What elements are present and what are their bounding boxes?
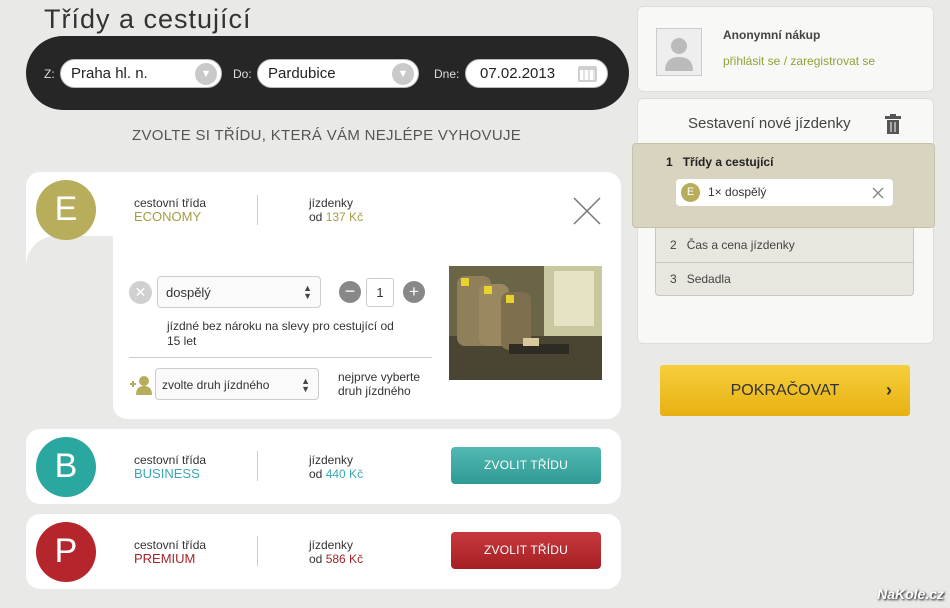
continue-label: POKRAČOVAT xyxy=(730,382,840,399)
divider xyxy=(257,451,258,481)
class-label: cestovní třída ECONOMY xyxy=(134,196,207,224)
price-premium: 586 Kč xyxy=(325,552,364,566)
ticket-title: Sestavení nové jízdenky xyxy=(688,115,851,132)
choose-business-button[interactable]: ZVOLIT TŘÍDU xyxy=(451,447,601,484)
step-item-3[interactable]: 3 Sedadla xyxy=(670,272,731,286)
choose-premium-button[interactable]: ZVOLIT TŘÍDU xyxy=(451,532,601,569)
select-arrows-icon: ▲ ▼ xyxy=(303,283,312,301)
calendar-icon[interactable] xyxy=(578,66,597,82)
class-badge-business: B xyxy=(36,437,96,497)
date-label: Dne: xyxy=(434,67,460,81)
page-title: Třídy a cestující xyxy=(44,4,252,34)
chip-text: 1× dospělý xyxy=(708,185,767,199)
user-title: Anonymní nákup xyxy=(723,28,821,42)
quantity-input[interactable]: 1 xyxy=(366,278,394,307)
passenger-chip: E 1× dospělý xyxy=(676,179,893,206)
date-input[interactable]: 07.02.2013 xyxy=(465,59,608,88)
chip-class-badge: E xyxy=(681,183,700,202)
class-name-economy: ECONOMY xyxy=(134,209,202,224)
class-badge-economy: E xyxy=(36,180,96,240)
step-item-1: 1 Třídy a cestující xyxy=(666,155,774,169)
class-name-premium: PREMIUM xyxy=(134,551,196,566)
class-label: cestovní třída BUSINESS xyxy=(134,453,207,481)
class-name-business: BUSINESS xyxy=(134,466,200,481)
to-select[interactable]: Pardubice ▼ xyxy=(257,59,419,88)
from-select[interactable]: Praha hl. n. ▼ xyxy=(60,59,222,88)
add-person-icon[interactable] xyxy=(129,374,153,396)
decrement-button[interactable]: − xyxy=(339,281,361,303)
user-icon xyxy=(665,38,693,71)
from-value: Praha hl. n. xyxy=(71,65,148,82)
fare-type-select[interactable]: zvolte druh jízdného ▲ ▼ xyxy=(155,368,319,400)
close-icon[interactable] xyxy=(872,187,884,199)
divider xyxy=(129,357,432,358)
chevron-down-icon: ▼ xyxy=(195,63,217,85)
search-bar: Z: Praha hl. n. ▼ Do: Pardubice ▼ Dne: 0… xyxy=(26,36,629,110)
continue-button[interactable]: POKRAČOVAT › xyxy=(660,365,910,416)
avatar xyxy=(656,28,702,76)
trash-icon[interactable] xyxy=(884,114,902,135)
increment-button[interactable]: + xyxy=(403,281,425,303)
price-economy: 137 Kč xyxy=(325,210,364,224)
fare-hint: nejprve vyberte druh jízdného xyxy=(338,370,421,398)
from-label: Z: xyxy=(44,67,55,81)
passenger-type-select[interactable]: dospělý ▲ ▼ xyxy=(157,276,321,308)
class-label: cestovní třída PREMIUM xyxy=(134,538,207,566)
chevron-down-icon: ▼ xyxy=(392,63,414,85)
price-block-premium: jízdenky od 586 Kč xyxy=(309,538,364,566)
close-icon[interactable] xyxy=(572,196,602,226)
date-value: 07.02.2013 xyxy=(480,65,556,82)
price-block-business: jízdenky od 440 Kč xyxy=(309,453,364,481)
remove-passenger-icon[interactable]: ✕ xyxy=(129,281,152,304)
page-subtitle: ZVOLTE SI TŘÍDU, KTERÁ VÁM NEJLÉPE VYHOV… xyxy=(132,127,522,144)
divider xyxy=(257,195,258,225)
divider xyxy=(655,262,914,263)
passenger-description: jízdné bez nároku na slevy pro cestující… xyxy=(167,319,394,348)
fare-type-value: zvolte druh jízdného xyxy=(162,378,270,392)
auth-links: přihlásit se / zaregistrovat se xyxy=(723,54,876,68)
divider xyxy=(257,536,258,566)
watermark: NaKole.cz xyxy=(877,586,944,602)
register-link[interactable]: zaregistrovat se xyxy=(790,54,875,68)
passenger-type-value: dospělý xyxy=(166,285,211,300)
economy-seat-photo xyxy=(449,266,602,380)
step-item-2[interactable]: 2 Čas a cena jízdenky xyxy=(670,238,795,252)
to-value: Pardubice xyxy=(268,65,336,82)
select-arrows-icon: ▲ ▼ xyxy=(301,376,310,394)
login-link[interactable]: přihlásit se xyxy=(723,54,780,68)
class-badge-premium: P xyxy=(36,522,96,582)
to-label: Do: xyxy=(233,67,252,81)
price-business: 440 Kč xyxy=(325,467,364,481)
price-block-economy: jízdenky od 137 Kč xyxy=(309,196,364,224)
chevron-right-icon: › xyxy=(886,380,892,400)
